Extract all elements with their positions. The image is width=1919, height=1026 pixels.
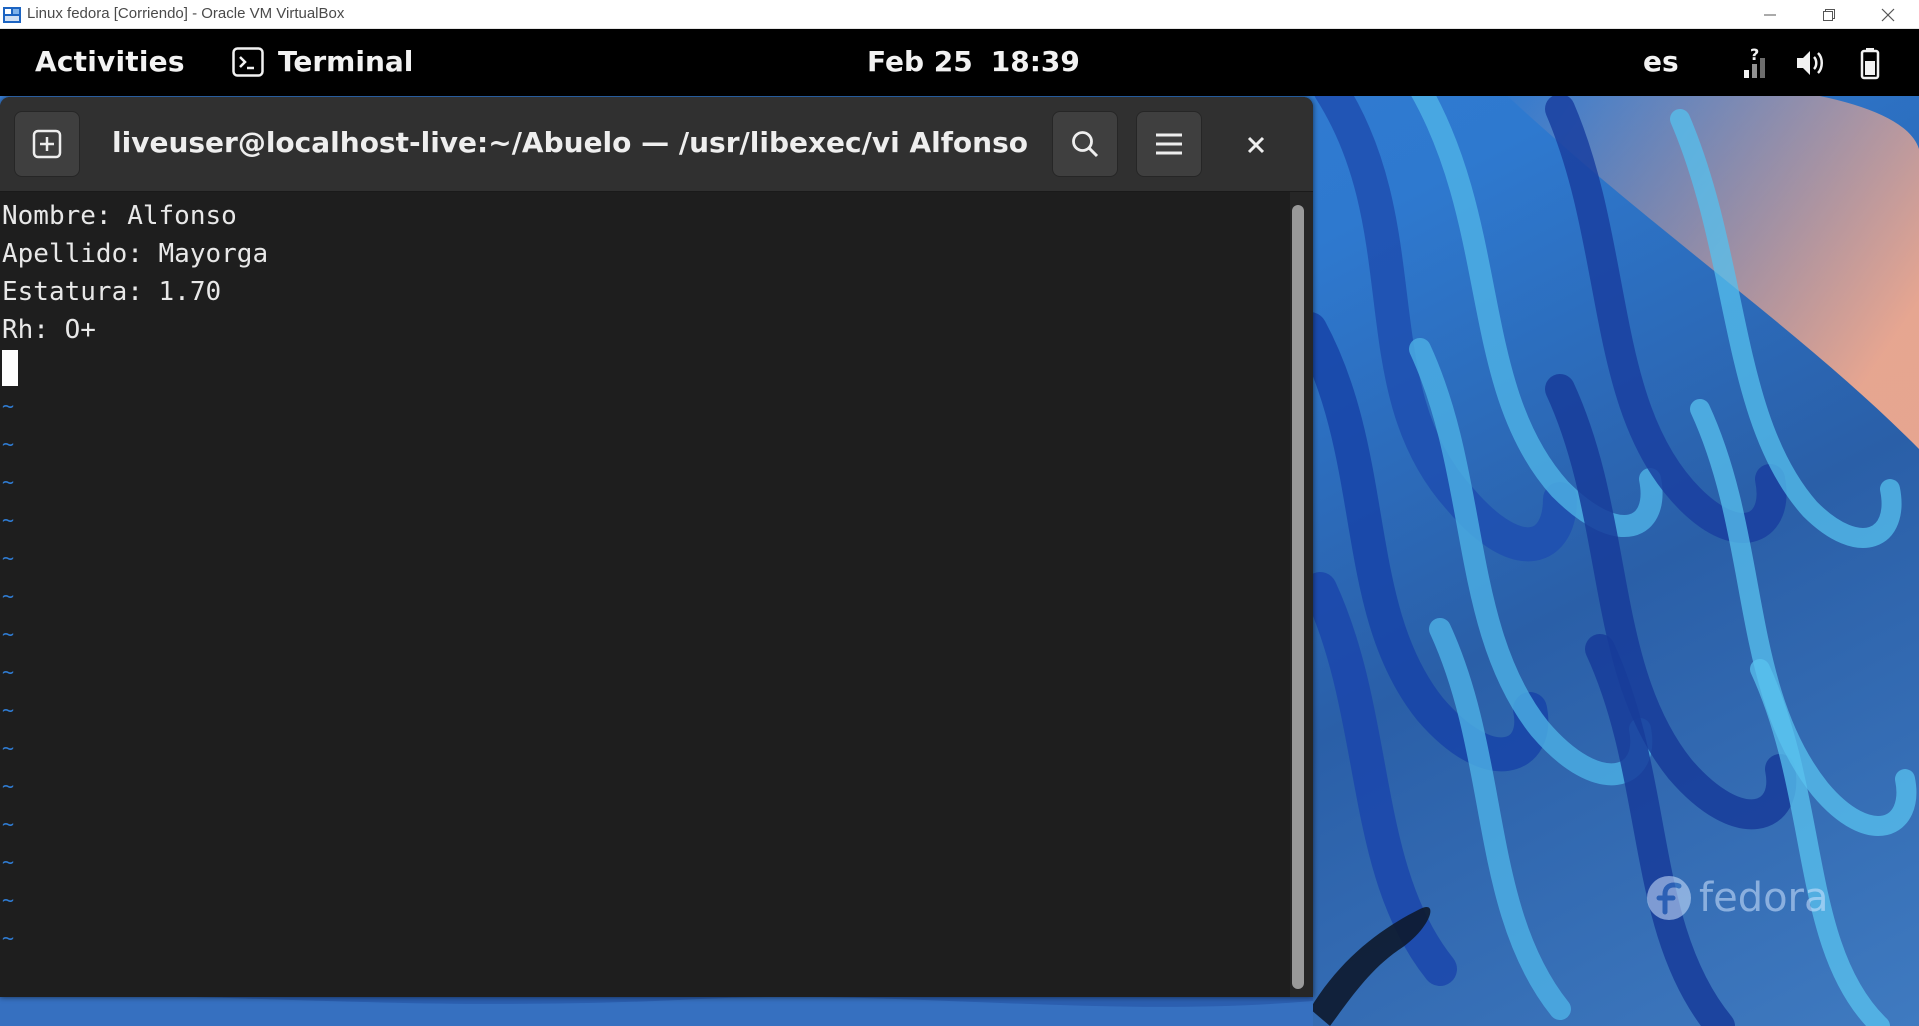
close-window-button[interactable]: [1865, 0, 1911, 29]
cursor-line: [2, 349, 268, 387]
vi-tilde-line: ~: [2, 660, 15, 684]
app-menu-label: Terminal: [278, 45, 414, 78]
new-tab-button[interactable]: [14, 111, 80, 177]
vi-tilde-line: ~: [2, 812, 15, 836]
virtualbox-icon: [3, 7, 21, 23]
restore-button[interactable]: [1806, 0, 1852, 29]
vi-tilde-line: ~: [2, 926, 15, 950]
guest-desktop: Activities Terminal Feb 25 18:39 es ? li…: [0, 29, 1919, 1026]
vi-tilde-line: ~: [2, 584, 15, 608]
close-icon: [1881, 8, 1895, 21]
buffer-line: Estatura: 1.70: [2, 277, 222, 307]
vi-empty-lines: ~ ~ ~ ~ ~ ~ ~ ~ ~ ~ ~ ~ ~ ~ ~: [2, 387, 14, 957]
volume-icon[interactable]: [1794, 46, 1828, 80]
vi-tilde-line: ~: [2, 546, 15, 570]
svg-text:?: ?: [1750, 46, 1759, 64]
terminal-content[interactable]: Nombre: Alfonso Apellido: Mayorga Estatu…: [0, 192, 1290, 997]
buffer-line: Nombre: Alfonso: [2, 201, 237, 231]
terminal-icon: [232, 47, 264, 77]
scrollbar-thumb[interactable]: [1292, 205, 1304, 989]
vi-tilde-line: ~: [2, 774, 15, 798]
vi-tilde-line: ~: [2, 432, 15, 456]
text-cursor: [2, 350, 18, 386]
vi-tilde-line: ~: [2, 888, 15, 912]
activities-button[interactable]: Activities: [35, 45, 185, 79]
keyboard-layout-indicator[interactable]: es: [1643, 45, 1679, 79]
search-button[interactable]: [1052, 111, 1118, 177]
vi-tilde-line: ~: [2, 698, 15, 722]
clock-button[interactable]: Feb 25 18:39: [867, 45, 1080, 79]
clock-date: Feb 25: [867, 45, 973, 78]
vi-tilde-line: ~: [2, 736, 15, 760]
network-question-icon[interactable]: ?: [1740, 46, 1774, 80]
vi-buffer: Nombre: Alfonso Apellido: Mayorga Estatu…: [2, 197, 268, 387]
terminal-headerbar: liveuser@localhost-live:~/Abuelo — /usr/…: [0, 97, 1313, 192]
restore-icon: [1823, 8, 1835, 21]
terminal-title: liveuser@localhost-live:~/Abuelo — /usr/…: [112, 126, 1028, 159]
vi-tilde-line: ~: [2, 622, 15, 646]
fedora-logo-icon: [1647, 876, 1691, 920]
close-icon: [1247, 136, 1265, 154]
buffer-line: Apellido: Mayorga: [2, 239, 269, 269]
vi-tilde-line: ~: [2, 394, 15, 418]
virtualbox-titlebar: Linux fedora [Corriendo] - Oracle VM Vir…: [0, 0, 1919, 29]
close-terminal-button[interactable]: [1236, 125, 1276, 165]
buffer-line: Rh: O+: [2, 315, 96, 345]
new-tab-icon: [32, 129, 62, 159]
vi-tilde-line: ~: [2, 470, 15, 494]
hamburger-menu-button[interactable]: [1136, 111, 1202, 177]
clock-time: 18:39: [990, 45, 1080, 78]
minimize-button[interactable]: [1747, 0, 1793, 29]
minimize-icon: [1764, 14, 1776, 15]
gnome-top-bar: Activities Terminal Feb 25 18:39 es ?: [0, 29, 1919, 96]
search-icon: [1072, 131, 1099, 158]
app-menu-terminal[interactable]: Terminal: [232, 45, 413, 79]
battery-icon[interactable]: [1853, 46, 1887, 80]
fedora-logo-text: fedora: [1699, 875, 1829, 921]
window-title: Linux fedora [Corriendo] - Oracle VM Vir…: [27, 5, 345, 22]
hamburger-menu-icon: [1156, 133, 1182, 155]
fedora-logo: fedora: [1645, 874, 1829, 922]
vi-tilde-line: ~: [2, 508, 15, 532]
terminal-window: liveuser@localhost-live:~/Abuelo — /usr/…: [0, 97, 1313, 997]
vi-tilde-line: ~: [2, 850, 15, 874]
